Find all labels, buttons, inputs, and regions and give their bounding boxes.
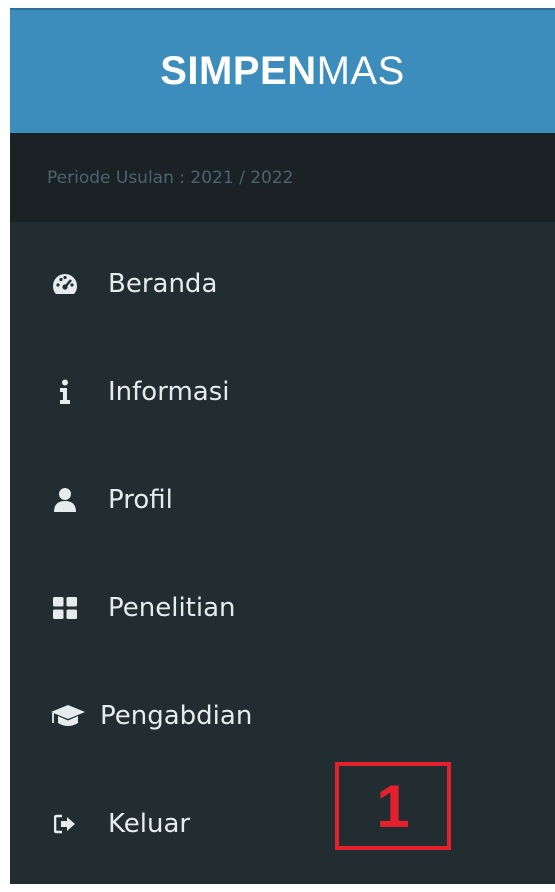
sidebar-menu: Beranda Informasi Profil Penelitian Peng… — [10, 230, 555, 878]
sidebar-item-beranda[interactable]: Beranda — [10, 230, 555, 338]
sidebar-item-label: Beranda — [108, 269, 218, 299]
sidebar-item-label: Informasi — [108, 377, 230, 407]
sidebar-item-keluar[interactable]: Keluar — [10, 770, 555, 878]
user-icon — [50, 485, 80, 515]
sidebar-item-label: Profil — [108, 485, 173, 515]
sidebar: SIMPENMAS Periode Usulan : 2021 / 2022 — [10, 8, 555, 884]
graduation-cap-icon — [50, 701, 86, 731]
logo-text-bold: SIMPEN — [160, 49, 317, 93]
dashboard-icon — [50, 269, 80, 299]
app-logo[interactable]: SIMPEN MAS — [10, 8, 555, 133]
period-label: Periode Usulan : 2021 / 2022 — [10, 133, 555, 222]
screenshot-frame: SIMPENMAS Periode Usulan : 2021 / 2022 — [0, 0, 555, 892]
logo-text-light: MAS — [316, 49, 405, 93]
sidebar-item-penelitian[interactable]: Penelitian — [10, 554, 555, 662]
info-icon — [50, 377, 80, 407]
annotation-marker: 1 — [335, 762, 451, 850]
sidebar-item-pengabdian[interactable]: Pengabdian — [10, 662, 555, 770]
grid-icon — [50, 593, 80, 623]
sidebar-item-label: Penelitian — [108, 593, 236, 623]
sidebar-item-informasi[interactable]: Informasi — [10, 338, 555, 446]
sidebar-item-profil[interactable]: Profil — [10, 446, 555, 554]
sidebar-item-label: Keluar — [108, 809, 191, 839]
sign-out-icon — [50, 809, 80, 839]
sidebar-item-label: Pengabdian — [100, 701, 253, 731]
